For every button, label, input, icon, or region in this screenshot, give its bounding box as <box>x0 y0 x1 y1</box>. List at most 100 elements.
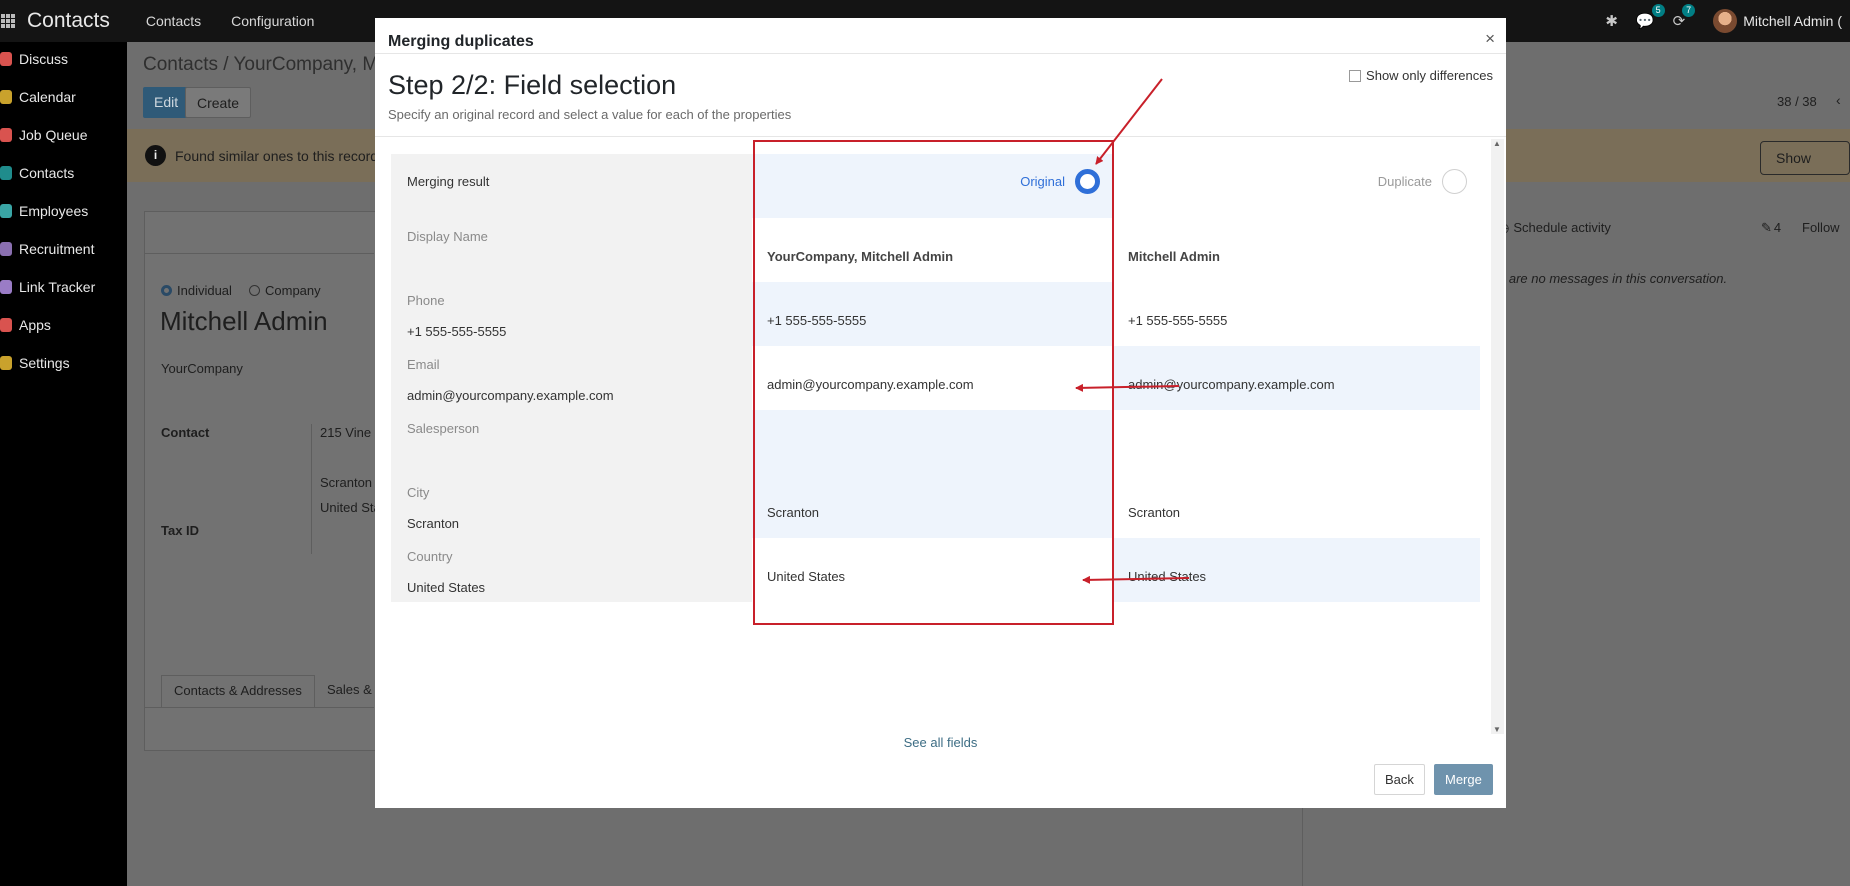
sidebar-item-calendar[interactable]: Calendar <box>0 89 76 105</box>
pager: 38 / 38 <box>1777 94 1817 109</box>
dialog-title: Merging duplicates <box>388 33 534 50</box>
form-divider <box>144 253 374 254</box>
back-button[interactable]: Back <box>1374 764 1425 795</box>
field-label: Country <box>407 549 453 564</box>
tab-contacts-addresses[interactable]: Contacts & Addresses <box>161 675 315 707</box>
step-title: Step 2/2: Field selection <box>388 70 677 100</box>
duplicate-value-cell[interactable]: Mitchell Admin <box>1113 218 1480 282</box>
company-label: Company <box>265 283 321 298</box>
discuss-icon <box>0 52 12 66</box>
scrollbar[interactable]: ▲ ▼ <box>1491 139 1504 734</box>
duplicate-selector[interactable]: Duplicate <box>1378 169 1467 194</box>
sidebar-item-employees[interactable]: Employees <box>0 203 88 219</box>
scroll-up-icon[interactable]: ▲ <box>1493 139 1501 148</box>
field-row-salesperson: Salesperson <box>391 410 1480 474</box>
field-label: Salesperson <box>407 421 480 436</box>
original-value-cell[interactable]: +1 555-555-5555 <box>752 282 1113 346</box>
original-column-header[interactable]: Original <box>752 154 1113 218</box>
partner-name: Mitchell Admin <box>160 306 328 336</box>
field-label: City <box>407 485 430 500</box>
sidebar-item-discuss[interactable]: Discuss <box>0 51 68 67</box>
company-radio[interactable]: Company <box>249 283 321 298</box>
pager-prev-icon[interactable]: ‹ <box>1836 92 1841 108</box>
duplicate-value-cell[interactable]: United States <box>1113 538 1480 602</box>
paperclip-icon: ✎ <box>1761 220 1772 235</box>
field-result-value: admin@yourcompany.example.com <box>407 388 614 403</box>
follow-button[interactable]: Follow <box>1802 220 1840 235</box>
row-label-cell: Phone +1 555-555-5555 <box>391 282 752 346</box>
app-name[interactable]: Contacts <box>27 9 110 33</box>
sidebar-item-job-queue[interactable]: Job Queue <box>0 127 88 143</box>
close-icon[interactable]: × <box>1485 29 1495 49</box>
recruitment-icon <box>0 242 12 256</box>
duplicate-value-cell[interactable]: admin@yourcompany.example.com <box>1113 346 1480 410</box>
sidebar-item-label: Calendar <box>19 89 76 105</box>
menu-contacts[interactable]: Contacts <box>146 13 201 29</box>
address-line-2: Scranton <box>320 475 373 490</box>
sidebar-item-settings[interactable]: Settings <box>0 355 70 371</box>
attachment-count: 4 <box>1773 220 1782 235</box>
create-button[interactable]: Create <box>185 87 252 118</box>
show-only-differences-label: Show only differences <box>1366 68 1493 83</box>
individual-label: Individual <box>177 283 232 298</box>
duplicate-radio[interactable] <box>1442 169 1467 194</box>
duplicate-value-cell[interactable]: Scranton <box>1113 474 1480 538</box>
address-divider <box>311 424 312 554</box>
show-duplicates-button[interactable]: Show duplica <box>1760 141 1850 198</box>
duplicate-value: United States <box>1128 569 1207 584</box>
original-value-cell[interactable]: Scranton <box>752 474 1113 538</box>
duplicate-value-cell[interactable]: +1 555-555-5555 <box>1113 282 1480 346</box>
sidebar-item-apps[interactable]: Apps <box>0 317 51 333</box>
attachments-button[interactable]: ✎ 4 <box>1761 220 1781 236</box>
duplicate-value: Mitchell Admin <box>1128 249 1220 264</box>
original-value-cell[interactable] <box>752 410 1113 474</box>
sidebar-item-contacts[interactable]: Contacts <box>0 165 74 181</box>
scroll-down-icon[interactable]: ▼ <box>1493 725 1501 734</box>
chat-badge: 5 <box>1651 4 1665 17</box>
field-result-value: +1 555-555-5555 <box>407 324 507 339</box>
row-label-cell: Email admin@yourcompany.example.com <box>391 346 752 410</box>
merging-result-row: Merging result Original Duplicate <box>391 154 1480 218</box>
sidebar-item-label: Apps <box>19 317 51 333</box>
schedule-activity-button[interactable]: ◷Schedule activity <box>1498 220 1611 236</box>
contact-label: Contact <box>161 425 210 440</box>
radio-icon <box>161 285 172 296</box>
info-icon: i <box>145 145 166 166</box>
chat-icon[interactable]: 💬 5 <box>1636 4 1665 30</box>
duplicate-value: admin@yourcompany.example.com <box>1128 377 1335 392</box>
sidebar-item-link-tracker[interactable]: Link Tracker <box>0 279 95 295</box>
radio-icon <box>249 285 260 296</box>
duplicate-column-header[interactable]: Duplicate <box>1113 154 1480 218</box>
original-value: admin@yourcompany.example.com <box>767 377 974 392</box>
duplicate-value-cell[interactable] <box>1113 410 1480 474</box>
sidebar-item-label: Job Queue <box>19 127 88 143</box>
original-value-cell[interactable]: YourCompany, Mitchell Admin <box>752 218 1113 282</box>
schedule-activity-label: Schedule activity <box>1513 220 1611 235</box>
merge-button[interactable]: Merge <box>1434 764 1493 795</box>
original-value-cell[interactable]: admin@yourcompany.example.com <box>752 346 1113 410</box>
breadcrumb[interactable]: Contacts / YourCompany, Mit <box>143 54 388 76</box>
duplicate-value: Scranton <box>1128 505 1181 520</box>
menu-configuration[interactable]: Configuration <box>231 13 314 29</box>
partner-company: YourCompany <box>161 361 243 376</box>
original-selector[interactable]: Original <box>1020 169 1100 194</box>
sidebar-item-recruitment[interactable]: Recruitment <box>0 241 94 257</box>
checkbox-icon[interactable] <box>1349 69 1362 82</box>
header-divider <box>375 53 1506 54</box>
activity-icon[interactable]: ⟳ 7 <box>1673 4 1696 30</box>
bug-icon[interactable]: ✱ <box>1605 12 1618 30</box>
row-label-cell: Country United States <box>391 538 752 602</box>
edit-button[interactable]: Edit <box>143 87 190 118</box>
duplicate-label: Duplicate <box>1377 174 1432 189</box>
show-only-differences-toggle[interactable]: Show only differences <box>1349 68 1493 83</box>
contacts-icon <box>0 166 12 180</box>
calendar-icon <box>0 90 12 104</box>
see-all-fields-link[interactable]: See all fields <box>375 735 1506 750</box>
apps-menu-icon[interactable] <box>1 14 15 28</box>
original-radio[interactable] <box>1075 169 1100 194</box>
individual-radio[interactable]: Individual <box>161 283 232 298</box>
user-menu[interactable]: Mitchell Admin ( <box>1713 9 1842 33</box>
sidebar-item-label: Recruitment <box>19 241 95 257</box>
original-value-cell[interactable]: United States <box>752 538 1113 602</box>
systray: ✱ 💬 5 ⟳ 7 Mitchell Admin ( <box>1605 0 1850 42</box>
